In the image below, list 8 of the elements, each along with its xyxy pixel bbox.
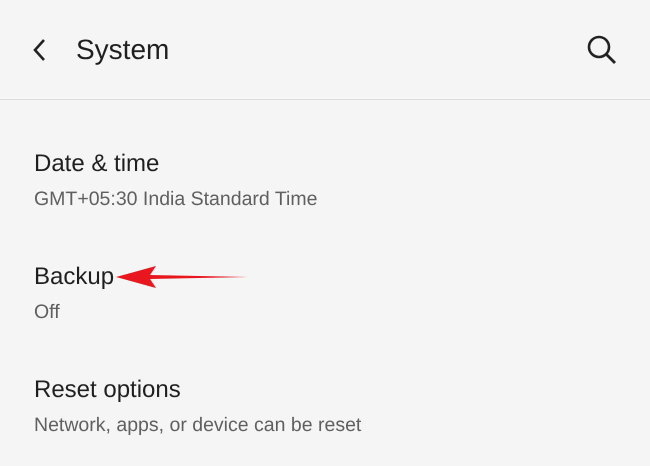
page-title: System xyxy=(76,32,170,67)
setting-summary: GMT+05:30 India Standard Time xyxy=(34,186,318,212)
setting-title[interactable]: Backup xyxy=(34,263,114,292)
setting-title[interactable]: Date & time xyxy=(34,150,160,179)
setting-summary: Off xyxy=(34,300,61,325)
search-icon[interactable] xyxy=(586,34,618,66)
setting-summary: Network, apps, or device can be reset xyxy=(34,412,362,438)
setting-title[interactable]: Reset options xyxy=(34,376,181,405)
